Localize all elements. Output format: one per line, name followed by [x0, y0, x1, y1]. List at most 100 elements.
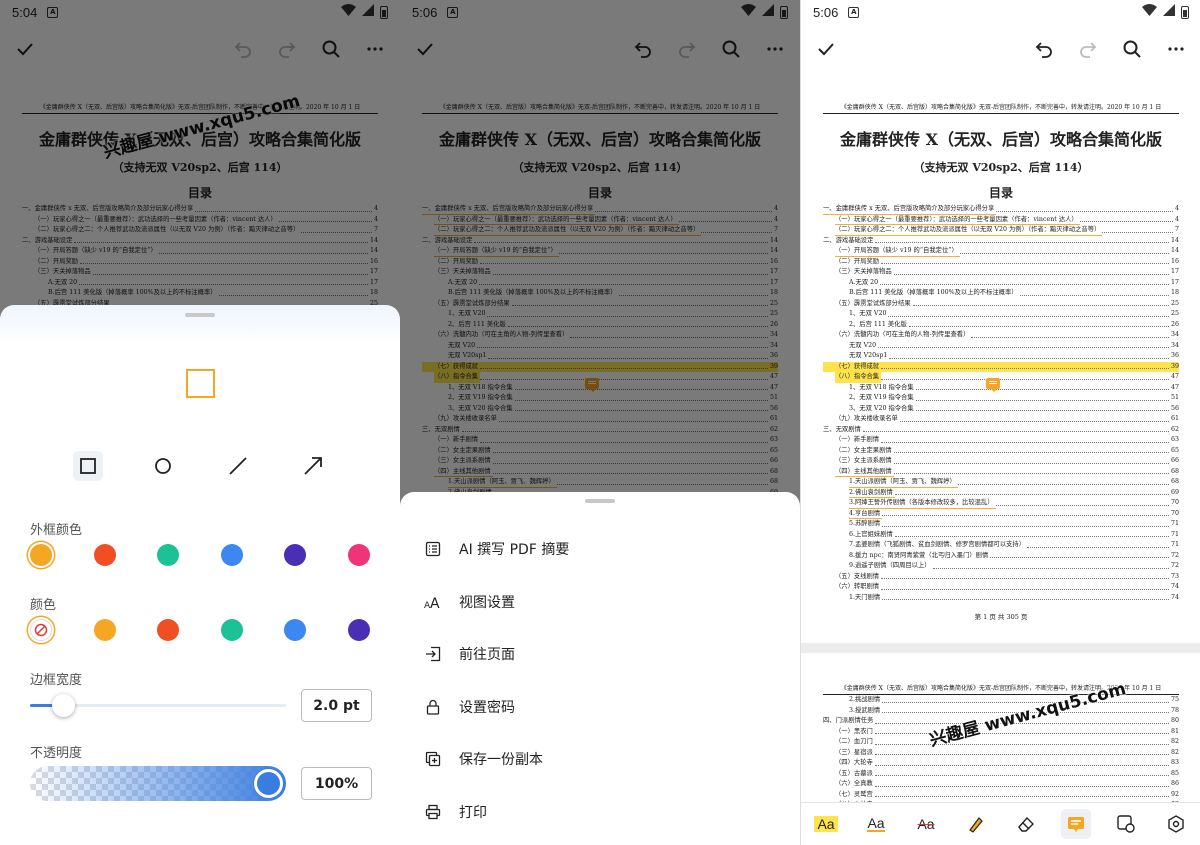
underline-text-icon[interactable]: Aa — [861, 809, 891, 839]
menu-item-ai-summary[interactable]: AI 撰写 PDF 摘要 — [400, 523, 800, 575]
toc-entry[interactable]: 8.援力 npc：南贤阿青紫萱（北丐归入墨门）剧情 72 — [823, 551, 1179, 562]
toc-entry[interactable]: 2、后宫 111 美化版 26 — [823, 320, 1179, 331]
toc-entry[interactable]: 5.苏醉剧情 71 — [823, 519, 1179, 530]
toc-leader-dots — [881, 257, 1169, 264]
eraser-icon[interactable] — [1011, 809, 1041, 839]
toc-entry[interactable]: 2、无双 V19 指令合集 51 — [823, 393, 1179, 404]
toc-entry[interactable]: 一、金庸群侠传 x 无双、后宫版攻略简介及部分玩家心得分享 4 — [823, 204, 1179, 215]
toc-entry[interactable]: 2.佛山袁剑剧情 69 — [823, 488, 1179, 498]
done-check-icon[interactable] — [815, 38, 837, 60]
circle-icon[interactable] — [148, 451, 178, 481]
toc-entry[interactable]: （七）获得成就 39 — [823, 361, 1179, 372]
color-swatch[interactable] — [157, 619, 180, 641]
toc-entry[interactable]: 1.天门剧情 74 — [823, 593, 1179, 604]
toc-entry[interactable]: （一）玩家心得之一（最重要推荐）：武功选择的一些考量因素（作者：vincent … — [823, 215, 1179, 225]
border-width-slider[interactable] — [30, 694, 286, 717]
toc-entry[interactable]: 4.亨台剧情 70 — [823, 509, 1179, 519]
no-fill-icon[interactable] — [30, 619, 52, 641]
menu-item-view-settings[interactable]: A A 视图设置 — [400, 576, 800, 628]
slider-handle[interactable] — [52, 694, 76, 717]
toc-entry-page: 25 — [1170, 299, 1179, 307]
color-swatch[interactable] — [93, 619, 116, 641]
more-options-icon[interactable] — [1165, 38, 1187, 60]
color-swatch[interactable] — [30, 544, 52, 566]
toc-entry[interactable]: 9.逍遥子剧情（四周目以上） 72 — [823, 561, 1179, 572]
toc-entry[interactable]: （三）天关掉落物品 17 — [823, 267, 1179, 278]
menu-item-save-copy[interactable]: 保存一份副本 — [400, 733, 800, 785]
toc-entry[interactable]: B.后宫 111 美化版（掉落概率 100%及以上的不标注概率） 18 — [823, 288, 1179, 299]
toc-entry[interactable]: 3.阿婶王誓外传剧情（各版本修改较多，比较混乱） 70 — [823, 498, 1179, 509]
toc-entry[interactable]: 1.天山派剧情（阿玉、贾飞、魏辉婷） 68 — [823, 477, 1179, 488]
opacity-slider[interactable] — [30, 766, 286, 801]
toc-entry[interactable]: 1、无双 V20 25 — [823, 309, 1179, 320]
color-swatch[interactable] — [93, 544, 116, 566]
shape-icon[interactable] — [1111, 809, 1141, 839]
toc-entry[interactable]: （六）洗髓内功（可在主角的人物-列传里查看） 34 — [823, 330, 1179, 341]
toc-entry[interactable]: （三）星宿派 82 — [823, 748, 1179, 759]
toc-entry-title: B.后宫 111 美化版（掉落概率 100%及以上的不标注概率） — [849, 289, 1018, 296]
border-width-value[interactable]: 2.0 pt — [301, 689, 372, 722]
strikethrough-text-icon[interactable]: Aa — [911, 809, 941, 839]
color-swatch[interactable] — [220, 544, 243, 566]
toc-entry[interactable]: A.无双 20 17 — [823, 278, 1179, 289]
redo-icon[interactable] — [1077, 38, 1099, 60]
menu-item-go-to-page[interactable]: 前往页面 — [400, 628, 800, 680]
toc-entry[interactable]: （八）指令合集 47 — [823, 372, 1179, 383]
toc-entry-title: （四）大轮寺 — [835, 759, 873, 766]
note-icon[interactable] — [1061, 809, 1091, 839]
shape-type-selector — [0, 451, 400, 481]
toc-entry[interactable]: 无双 V20sp1 36 — [823, 351, 1179, 362]
search-icon[interactable] — [1121, 38, 1143, 60]
toc-entry[interactable]: 1、无双 V18 指令合集 47 — [823, 383, 1179, 394]
color-swatch[interactable] — [220, 619, 243, 641]
line-icon[interactable] — [223, 451, 253, 481]
toc-entry[interactable]: 3、无双 V20 指令合集 56 — [823, 404, 1179, 415]
toc-leader-dots — [881, 362, 1169, 369]
toc-entry[interactable]: 二、游戏基础设定 14 — [823, 236, 1179, 247]
toc-entry[interactable]: （一）开局答题（缺少 v19 的“自我定位”） 14 — [823, 246, 1179, 257]
toc-entry[interactable]: （五）霹雳堂试炼部分结果 25 — [823, 299, 1179, 310]
toc-entry[interactable]: 无双 V20 34 — [823, 341, 1179, 352]
opacity-handle[interactable] — [254, 769, 283, 798]
toc-entry[interactable]: （四）主线其他剧情 68 — [823, 467, 1179, 477]
sheet-drag-handle[interactable] — [185, 313, 215, 317]
toc-entry[interactable]: （六）转职剧情 74 — [823, 582, 1179, 593]
toc-entry[interactable]: 6.上官姐妹剧情 71 — [823, 530, 1179, 541]
menu-item-set-password[interactable]: 设置密码 — [400, 681, 800, 733]
highlight-text-icon[interactable]: Aa — [811, 809, 841, 839]
toc-entry[interactable]: （一）新手剧情 63 — [823, 435, 1179, 446]
color-swatch[interactable] — [284, 544, 307, 566]
toc-entry[interactable]: 7.孟婆剧情（飞狐剧情、贫血剑剧情、修罗宫剧情都可以支持） 71 — [823, 540, 1179, 551]
toc-entry[interactable]: （二）血刀门 82 — [823, 737, 1179, 748]
menu-item-print[interactable]: 打印 — [400, 786, 800, 838]
sticky-note-icon[interactable] — [986, 378, 1000, 392]
toc-entry[interactable]: （七）灵鹫宫 92 — [823, 790, 1179, 801]
sheet-drag-handle[interactable] — [585, 499, 615, 503]
opacity-value[interactable]: 100% — [301, 767, 372, 800]
toc-entry-title: 2.佛山袁剑剧情 — [849, 488, 895, 498]
toc-leader-dots — [875, 236, 1169, 243]
toc-entry[interactable]: （五）古墓派 85 — [823, 769, 1179, 780]
rectangle-icon[interactable] — [72, 451, 103, 481]
toc-entry[interactable]: （九）攻关楼收录名单 61 — [823, 414, 1179, 425]
toc-entry[interactable]: （四）大轮寺 83 — [823, 758, 1179, 769]
toc-leader-dots — [996, 204, 1173, 212]
toc-entry[interactable]: 三、无双剧情 62 — [823, 425, 1179, 436]
toc-entry[interactable]: （六）全真教 86 — [823, 779, 1179, 790]
color-swatch[interactable] — [347, 619, 370, 641]
color-swatch[interactable] — [347, 544, 370, 566]
undo-icon[interactable] — [1033, 38, 1055, 60]
toc-entry-page: 66 — [1170, 457, 1179, 464]
color-swatch[interactable] — [157, 544, 180, 566]
pen-icon[interactable] — [961, 809, 991, 839]
toc-entry-title: 2.挑战剧情 — [849, 696, 881, 703]
arrow-icon[interactable] — [298, 451, 328, 481]
settings-icon[interactable] — [1161, 809, 1191, 839]
toc-entry[interactable]: （二）开局奖励 16 — [823, 257, 1179, 268]
toc-entry[interactable]: （五）支线剧情 73 — [823, 572, 1179, 583]
color-swatch[interactable] — [284, 619, 307, 641]
toc-entry[interactable]: （二）玩家心得之二：个人推荐武功及流派属性（以无双 V20 为例）（作者：黯灭律… — [823, 225, 1179, 236]
toc-entry[interactable]: （三）女主派系剧情 66 — [823, 456, 1179, 467]
toc-entry-page: 71 — [1170, 530, 1179, 538]
toc-entry[interactable]: （二）女主定果剧情 65 — [823, 446, 1179, 457]
